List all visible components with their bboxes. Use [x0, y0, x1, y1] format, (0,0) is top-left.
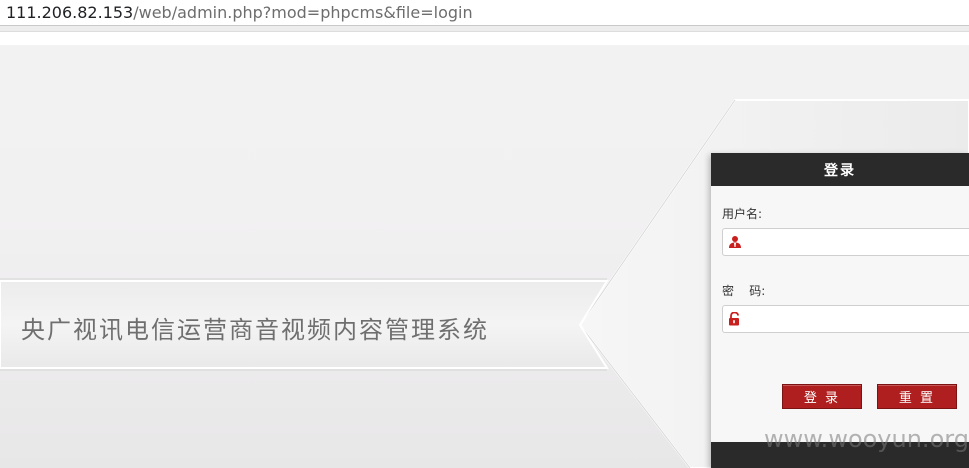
browser-page: 111.206.82.153/web/admin.php?mod=phpcms&… — [0, 0, 969, 468]
unlock-icon — [729, 312, 739, 326]
user-icon — [729, 236, 741, 248]
password-label: 密 码: — [722, 284, 766, 298]
username-field-box[interactable] — [722, 228, 969, 256]
login-panel: 登录 用户名: 密 码: 登 录 重 置 — [711, 153, 969, 468]
url-path: /web/admin.php?mod=phpcms&file=login — [133, 3, 473, 22]
password-field-box[interactable] — [722, 305, 969, 333]
username-label: 用户名: — [722, 207, 763, 221]
address-bar[interactable]: 111.206.82.153/web/admin.php?mod=phpcms&… — [0, 0, 969, 26]
username-input[interactable] — [749, 229, 969, 255]
system-title: 央广视讯电信运营商音视频内容管理系统 — [21, 316, 489, 344]
password-input[interactable] — [749, 306, 969, 332]
watermark: www.wooyun.org — [764, 425, 969, 453]
url-host: 111.206.82.153 — [6, 3, 134, 22]
toolbar-divider — [0, 31, 969, 46]
login-header: 登录 — [711, 153, 969, 186]
reset-button[interactable]: 重 置 — [877, 384, 957, 409]
login-submit-button[interactable]: 登 录 — [782, 384, 862, 409]
